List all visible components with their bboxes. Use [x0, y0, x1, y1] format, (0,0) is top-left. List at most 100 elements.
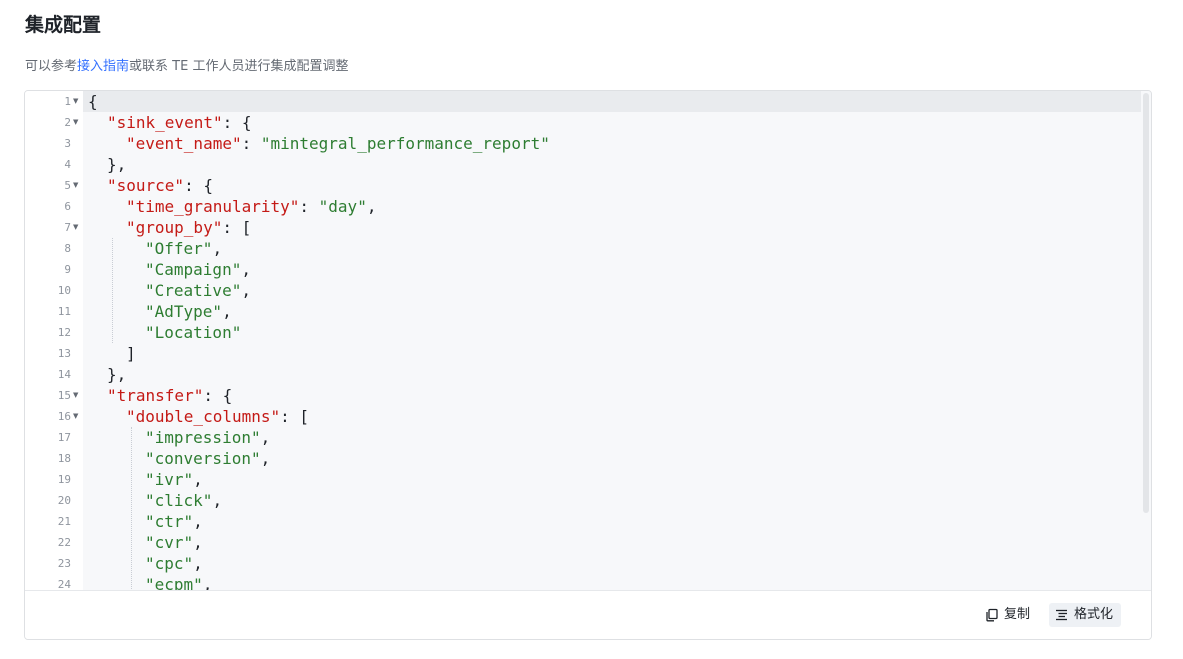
fold-toggle-icon[interactable]: ▼: [73, 385, 78, 406]
json-key: "transfer": [107, 386, 204, 405]
code-line[interactable]: 9 "Campaign",: [64, 259, 1151, 280]
line-number: 11: [57, 305, 71, 318]
line-number: 15: [57, 389, 71, 402]
code-line[interactable]: 13]: [58, 343, 1151, 364]
json-string: "cpc": [145, 554, 194, 573]
hint-prefix: 可以参考: [25, 59, 78, 74]
code-line[interactable]: 8 "Offer",: [64, 238, 1151, 259]
code-line[interactable]: 19 "ivr",: [58, 469, 1151, 490]
json-string: "ivr": [145, 470, 194, 489]
code-text: "sink_event": {: [107, 112, 252, 133]
code-text: "ivr",: [145, 469, 203, 490]
line-number: 13: [57, 347, 71, 360]
fold-toggle-icon[interactable]: ▼: [73, 406, 78, 427]
line-number: 23: [57, 557, 71, 570]
code-line[interactable]: 11 "AdType",: [58, 301, 1151, 322]
code-text: "cvr",: [145, 532, 203, 553]
json-punctuation: },: [107, 155, 127, 174]
json-punctuation: ,: [260, 428, 271, 447]
code-line[interactable]: 1 ▼ {: [64, 91, 1151, 112]
json-punctuation: },: [107, 365, 127, 384]
json-punctuation: ,: [212, 491, 223, 510]
code-line[interactable]: 15 ▼ "transfer": {: [58, 385, 1151, 406]
fold-toggle-icon[interactable]: ▼: [73, 217, 78, 238]
json-key: "time_granularity": [126, 197, 300, 216]
json-string: "mintegral_performance_report": [260, 134, 550, 153]
json-code-editor[interactable]: 1 ▼{2 ▼ "sink_event": {3 "event_name": "mint…: [25, 91, 1151, 590]
json-punctuation: ,: [222, 302, 232, 321]
json-punctuation: :: [241, 134, 261, 153]
editor-scrollbar[interactable]: [1141, 91, 1151, 590]
code-line[interactable]: 21 "ctr",: [58, 511, 1151, 532]
code-text: "impression",: [145, 427, 270, 448]
code-line[interactable]: 24 "ecpm",: [58, 574, 1151, 590]
line-number: 9: [64, 263, 71, 276]
code-line[interactable]: 16 ▼ "double_columns": [: [58, 406, 1151, 427]
code-line[interactable]: 17 "impression",: [58, 427, 1151, 448]
page-title: 集成配置: [25, 14, 102, 36]
fold-toggle-icon[interactable]: ▼: [73, 175, 78, 196]
code-text: "ctr",: [145, 511, 203, 532]
format-align-icon: [1056, 609, 1067, 621]
line-number: 21: [57, 515, 71, 528]
line-number: 5: [64, 179, 71, 192]
format-label: 格式化: [1074, 607, 1114, 622]
line-number: 22: [57, 536, 71, 549]
code-text: "event_name": "mintegral_performance_rep…: [126, 133, 550, 154]
code-line[interactable]: 14},: [58, 364, 1151, 385]
line-number: 6: [64, 200, 71, 213]
json-punctuation: : {: [203, 386, 233, 405]
json-punctuation: ,: [202, 575, 213, 590]
code-line[interactable]: 5 ▼ "source": {: [64, 175, 1151, 196]
format-button[interactable]: 格式化: [1049, 603, 1122, 627]
code-line[interactable]: 3 "event_name": "mintegral_performance_re…: [64, 133, 1151, 154]
json-punctuation: ,: [193, 512, 203, 531]
json-punctuation: ,: [193, 554, 203, 573]
code-line[interactable]: 12 "Location": [58, 322, 1151, 343]
code-line[interactable]: 2 ▼ "sink_event": {: [64, 112, 1151, 133]
copy-button[interactable]: 复制: [981, 603, 1036, 627]
fold-toggle-icon[interactable]: ▼: [73, 91, 78, 112]
json-punctuation: :: [299, 197, 319, 216]
indent-guide: [112, 238, 113, 343]
integration-guide-link[interactable]: 接入指南: [77, 59, 129, 74]
line-number: 18: [57, 452, 71, 465]
json-string: "Offer": [145, 239, 213, 258]
code-line[interactable]: 23 "cpc",: [58, 553, 1151, 574]
json-punctuation: ]: [126, 344, 136, 363]
code-line[interactable]: 10 "Creative",: [58, 280, 1151, 301]
code-area[interactable]: 1 ▼{2 ▼ "sink_event": {3 "event_name": "mint…: [58, 91, 1151, 590]
code-text: "AdType",: [145, 301, 232, 322]
code-text: {: [88, 91, 98, 112]
json-string: "Creative": [145, 281, 242, 300]
json-punctuation: : {: [184, 176, 213, 195]
json-punctuation: ,: [241, 260, 251, 279]
code-line[interactable]: 4},: [64, 154, 1151, 175]
json-punctuation: ,: [212, 239, 223, 258]
json-string: "AdType": [145, 302, 223, 321]
line-number: 1: [64, 95, 71, 108]
code-line[interactable]: 7 ▼ "group_by": [: [64, 217, 1151, 238]
json-punctuation: : [: [280, 407, 310, 426]
code-text: "Creative",: [145, 280, 251, 301]
integration-hint: 可以参考接入指南或联系 TE 工作人员进行集成配置调整: [25, 58, 348, 76]
code-line[interactable]: 22 "cvr",: [58, 532, 1151, 553]
code-text: "Offer",: [145, 238, 222, 259]
line-number: 19: [57, 473, 71, 486]
hint-suffix: 或联系 TE 工作人员进行集成配置调整: [129, 59, 349, 74]
editor-scrollbar-thumb[interactable]: [1143, 93, 1149, 513]
indent-guide: [131, 427, 132, 590]
json-key: "source": [107, 176, 185, 195]
code-line[interactable]: 20 "click",: [58, 490, 1151, 511]
fold-toggle-icon[interactable]: ▼: [73, 112, 78, 133]
code-line[interactable]: 6 "time_granularity": "day",: [64, 196, 1151, 217]
json-string: "Campaign": [145, 260, 242, 279]
code-text: "conversion",: [145, 448, 270, 469]
line-number: 10: [57, 284, 71, 297]
json-key: "double_columns": [126, 407, 281, 426]
code-text: "source": {: [107, 175, 213, 196]
json-punctuation: : [: [222, 218, 252, 237]
code-line[interactable]: 18 "conversion",: [58, 448, 1151, 469]
code-text: "ecpm",: [145, 574, 212, 590]
code-text: "time_granularity": "day",: [126, 196, 376, 217]
